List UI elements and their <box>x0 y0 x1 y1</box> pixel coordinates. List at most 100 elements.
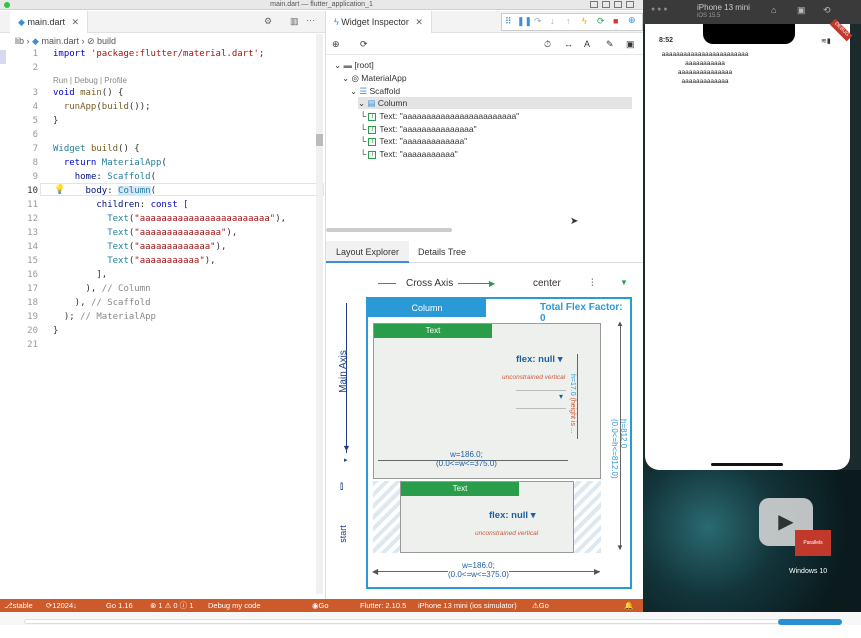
code-line[interactable]: ); // MaterialApp <box>53 312 156 322</box>
code-line[interactable]: import 'package:flutter/material.dart'; <box>53 49 264 59</box>
cross-axis-label: Cross Axis <box>406 278 454 289</box>
rotate-icon[interactable]: ⟲ <box>823 5 831 16</box>
code-line[interactable]: return MaterialApp( <box>53 158 167 168</box>
layout-tab-bar: Layout Explorer Details Tree <box>326 241 644 263</box>
screenshot-icon[interactable]: ▣ <box>797 5 806 16</box>
arrow-right-icon: ▶ <box>594 567 601 576</box>
tree-scrollbar[interactable] <box>326 228 452 232</box>
screenshot-icon[interactable]: ▣ <box>626 39 635 50</box>
close-icon[interactable]: ✕ <box>415 17 423 27</box>
tab-widget-inspector[interactable]: ϟ Widget Inspector ✕ <box>326 11 432 33</box>
status-bell-icon[interactable]: 🔔 <box>624 599 633 612</box>
status-debug[interactable]: Debug my code <box>208 599 261 612</box>
cross-axis-value[interactable]: center <box>533 278 561 289</box>
tab-details-tree[interactable]: Details Tree <box>408 241 476 263</box>
line-number: 6 <box>32 130 38 140</box>
flex-dropdown[interactable]: flex: null ▾ <box>489 510 535 521</box>
breadcrumb-file[interactable]: main.dart <box>41 36 79 46</box>
codelens[interactable]: Run | Debug | Profile <box>53 76 127 85</box>
window-controls[interactable]: ● ● ● <box>651 6 668 13</box>
drag-handle-icon[interactable]: ⠿ <box>505 16 512 27</box>
code-line[interactable]: Text("aaaaaaaaaaaaa"), <box>53 242 226 252</box>
chevron-down-icon[interactable]: ▾ <box>559 392 563 401</box>
flex-child-box[interactable]: Text flex: null ▾ unconstrained vertical… <box>373 323 601 479</box>
simulator-title: iPhone 13 mini <box>697 3 750 12</box>
code-line[interactable]: home: Scaffold( <box>53 172 156 182</box>
status-problems[interactable]: ⊗ 1 ⚠ 0 ⓘ 1 <box>150 599 193 612</box>
code-line[interactable]: } <box>53 326 58 336</box>
tree-node-materialapp[interactable]: ⌄ ◎ MaterialApp <box>342 72 407 84</box>
restart-icon[interactable]: ⟳ <box>597 16 605 27</box>
code-line[interactable]: runApp(build()); <box>53 102 151 112</box>
step-over-icon[interactable]: ↷ <box>534 16 542 27</box>
parallels-logo[interactable]: Parallels <box>795 530 831 556</box>
code-line[interactable]: Text("aaaaaaaaaaaaaaa"), <box>53 228 237 238</box>
layout-split-icon[interactable] <box>614 1 622 8</box>
app-text-2: aaaaaaaaaaaaaaa <box>677 69 733 76</box>
status-go-live[interactable]: ◉ Go Live <box>312 599 332 623</box>
layout-sidebar-icon[interactable] <box>590 1 598 8</box>
more-actions-icon[interactable]: ⋯ <box>306 15 315 26</box>
flex-dropdown[interactable]: flex: null ▾ <box>516 354 562 365</box>
tree-node-text[interactable]: └ T Text: "aaaaaaaaaaaaaaaaaaaaaaaa" <box>360 110 519 122</box>
tree-node-text[interactable]: └ T Text: "aaaaaaaaaaa" <box>360 148 458 160</box>
run-icon[interactable]: ⚙ <box>264 16 272 27</box>
align-start-icon[interactable]: ⫾ <box>340 481 343 492</box>
step-into-icon[interactable]: ↓ <box>550 16 555 26</box>
status-branch[interactable]: ⎇ stable <box>4 599 33 612</box>
guidelines-icon[interactable]: ↔ <box>564 39 573 49</box>
text-widget-icon: T <box>368 150 377 159</box>
refresh-icon[interactable]: ⟳ <box>360 39 368 50</box>
repaint-icon[interactable]: ✎ <box>606 39 614 50</box>
code-line[interactable]: Text("aaaaaaaaaaaaaaaaaaaaaaaa"), <box>53 214 286 224</box>
status-device[interactable]: iPhone 13 mini (ios simulator) <box>418 599 517 612</box>
breadcrumb-lib[interactable]: lib <box>15 36 24 46</box>
code-line[interactable]: ], <box>53 270 107 280</box>
home-icon[interactable]: ⌂ <box>771 5 776 15</box>
home-indicator[interactable] <box>711 463 783 466</box>
code-line[interactable]: void main() { <box>53 88 123 98</box>
child-label: Text <box>401 482 519 496</box>
select-widget-icon[interactable]: ⊕ <box>332 39 340 50</box>
code-line[interactable]: ), // Scaffold <box>53 298 151 308</box>
inspect-icon[interactable]: ⊕ <box>628 15 636 26</box>
layout-customize-icon[interactable] <box>626 1 634 8</box>
status-update[interactable]: ⚠ Go Update Available <box>532 599 569 636</box>
status-flutter[interactable]: Flutter: 2.10.5 <box>360 599 406 612</box>
code-line[interactable]: body: Column( <box>53 186 156 196</box>
code-line[interactable]: Text("aaaaaaaaaaa"), <box>53 256 215 266</box>
tree-node-text[interactable]: └ T Text: "aaaaaaaaaaaaaaa" <box>360 123 477 135</box>
stop-icon[interactable]: ■ <box>613 16 618 26</box>
code-line[interactable]: ), // Column <box>53 284 151 294</box>
editor-scrollbar[interactable] <box>316 34 323 594</box>
layout-panel-icon[interactable] <box>602 1 610 8</box>
flex-child-box[interactable]: Text flex: null ▾ unconstrained vertical <box>400 481 574 553</box>
tab-main-dart[interactable]: ◆ main.dart ✕ <box>10 11 89 33</box>
breadcrumb-symbol[interactable]: build <box>97 36 116 46</box>
code-line[interactable]: children: const [ <box>53 200 188 210</box>
text-widget-icon: T <box>368 125 377 134</box>
pause-icon[interactable]: ❚❚ <box>517 16 532 27</box>
window-title: main.dart — flutter_application_1 <box>270 1 373 8</box>
step-out-icon[interactable]: ↑ <box>566 16 571 26</box>
status-go-version[interactable]: Go 1.16 <box>106 599 133 612</box>
status-sync[interactable]: ⟳ 12024↓ 10↑ <box>46 599 77 623</box>
chevron-down-icon[interactable]: ▼ <box>620 278 628 287</box>
child-label: Text <box>374 324 492 338</box>
split-editor-icon[interactable]: ▥ <box>290 16 299 27</box>
tree-node-root[interactable]: ⌄ ▬ [root] <box>334 59 374 71</box>
baselines-icon[interactable]: A <box>584 39 590 49</box>
hot-reload-icon[interactable]: ϟ <box>582 16 587 26</box>
code-line[interactable]: } <box>53 116 58 126</box>
debug-toolbar: ⠿ ❚❚ ↷ ↓ ↑ ϟ ⟳ ■ ⊕ <box>501 13 643 31</box>
tab-layout-explorer[interactable]: Layout Explorer <box>326 241 410 263</box>
window-titlebar: main.dart — flutter_application_1 <box>0 0 643 10</box>
app-text-3: aaaaaaaaaaaaa <box>681 78 729 85</box>
tree-node-column[interactable]: ⌄ ▤ Column <box>358 97 632 109</box>
tree-node-text[interactable]: └ T Text: "aaaaaaaaaaaaa" <box>360 135 467 147</box>
code-line[interactable]: Widget build() { <box>53 144 140 154</box>
slow-animations-icon[interactable]: ⏱ <box>544 39 551 50</box>
main-axis-value[interactable]: start <box>338 525 348 543</box>
tree-node-scaffold[interactable]: ⌄ ☰ Scaffold <box>350 85 400 97</box>
close-icon[interactable]: ✕ <box>71 17 79 27</box>
